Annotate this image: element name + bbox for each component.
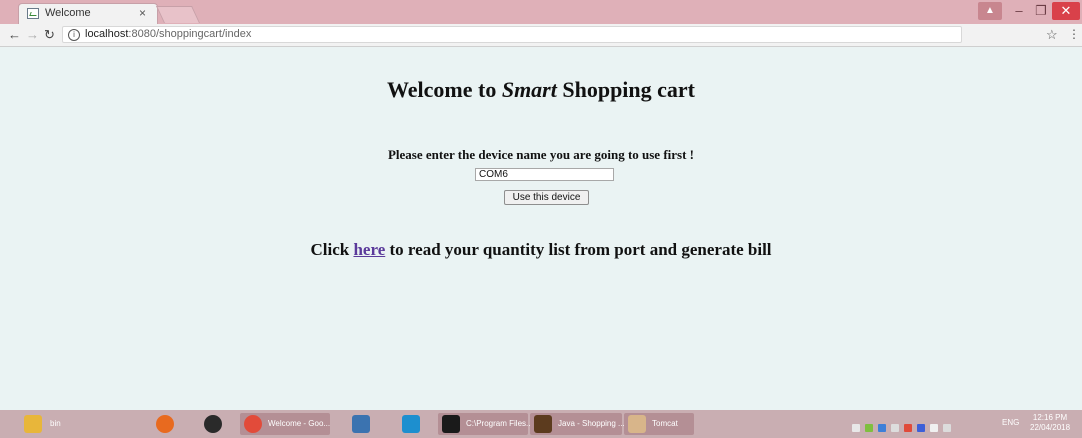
chrome-icon	[244, 415, 262, 433]
taskbar-chrome-label: Welcome - Goo...	[268, 419, 331, 428]
taskbar-cmd-label: C:\Program Files...	[466, 419, 533, 428]
page-title-before: Welcome to	[386, 77, 502, 102]
browser-menu-icon[interactable]: ⋮	[1068, 27, 1080, 41]
windows-taskbar: bin Welcome - Goo... C:\Program Files...…	[0, 410, 1082, 438]
close-window-icon[interactable]: ✕	[1052, 2, 1080, 20]
site-info-icon[interactable]: i	[68, 29, 80, 41]
taskbar-bin[interactable]: bin	[8, 413, 88, 435]
eclipse-icon	[534, 415, 552, 433]
volume-icon[interactable]	[930, 424, 938, 432]
click-after: to read your quantity list from port and…	[385, 240, 772, 259]
browser-toolbar: ← → ↻ i localhost:8080/shoppingcart/inde…	[0, 24, 1082, 47]
generate-bill-text: Click here to read your quantity list fr…	[0, 240, 1082, 260]
system-clock[interactable]: 12:16 PM 22/04/2018	[1030, 413, 1070, 433]
use-device-button[interactable]: Use this device	[504, 190, 589, 205]
tab-title: Welcome	[45, 7, 91, 19]
clock-time: 12:16 PM	[1032, 413, 1068, 422]
tray-icon-2[interactable]	[865, 424, 873, 432]
eye-app-icon	[204, 415, 222, 433]
taskbar-tomcat[interactable]: Tomcat	[624, 413, 694, 435]
taskbar-chrome[interactable]: Welcome - Goo...	[240, 413, 330, 435]
system-tray[interactable]	[852, 419, 956, 432]
bookmark-star-icon[interactable]: ☆	[1046, 27, 1058, 43]
back-arrow-icon[interactable]: ←	[8, 27, 21, 42]
user-profile-icon[interactable]: ▲	[978, 2, 1002, 20]
tray-icon-1[interactable]	[852, 424, 860, 432]
url-path: :8080/shoppingcart/index	[128, 28, 252, 40]
vs-code-icon	[402, 415, 420, 433]
language-indicator[interactable]: ENG	[1002, 418, 1019, 427]
tray-icon-4[interactable]	[891, 424, 899, 432]
taskbar-cmd[interactable]: C:\Program Files...	[438, 413, 533, 435]
page-content: Welcome to Smart Shopping cart Please en…	[0, 47, 1082, 410]
firefox-icon	[156, 415, 174, 433]
taskbar-tomcat-label: Tomcat	[652, 419, 678, 428]
network-icon[interactable]	[943, 424, 951, 432]
page-title-after: Shopping cart	[556, 77, 696, 102]
taskbar-firefox[interactable]	[150, 413, 180, 435]
taskbar-java-label: Java - Shopping ...	[558, 419, 625, 428]
device-name-input[interactable]	[475, 168, 614, 181]
page-title: Welcome to Smart Shopping cart	[0, 77, 1082, 103]
minimize-icon[interactable]: –	[1010, 2, 1028, 20]
bluetooth-icon[interactable]	[917, 424, 925, 432]
taskbar-python[interactable]	[346, 413, 376, 435]
url-host: localhost	[85, 28, 129, 40]
taskbar-app[interactable]	[198, 413, 228, 435]
maximize-icon[interactable]: ❐	[1032, 2, 1050, 20]
page-favicon-icon	[27, 8, 39, 19]
tab-close-icon[interactable]: ×	[139, 6, 146, 20]
tray-icon-3[interactable]	[878, 424, 886, 432]
url-text: localhost:8080/shoppingcart/index	[85, 28, 251, 40]
click-before: Click	[310, 240, 354, 259]
new-tab-button[interactable]	[156, 6, 200, 23]
forward-arrow-icon[interactable]: →	[26, 27, 39, 42]
folder-icon	[24, 415, 42, 433]
address-bar[interactable]: i localhost:8080/shoppingcart/index	[62, 26, 962, 43]
device-prompt: Please enter the device name you are goi…	[387, 147, 695, 162]
taskbar-bin-label: bin	[50, 419, 61, 428]
here-link[interactable]: here	[353, 240, 385, 259]
taskbar-java[interactable]: Java - Shopping ...	[530, 413, 625, 435]
browser-tab-strip: Welcome × ▲ – ❐ ✕	[0, 0, 1082, 24]
tab-welcome[interactable]: Welcome ×	[18, 3, 158, 24]
taskbar-vs[interactable]	[396, 413, 426, 435]
tomcat-icon	[628, 415, 646, 433]
clock-date: 22/04/2018	[1030, 423, 1071, 432]
reload-icon[interactable]: ↻	[44, 27, 55, 43]
page-title-smart: Smart	[501, 77, 557, 102]
flag-icon[interactable]	[904, 424, 912, 432]
python-icon	[352, 415, 370, 433]
cmd-icon	[442, 415, 460, 433]
